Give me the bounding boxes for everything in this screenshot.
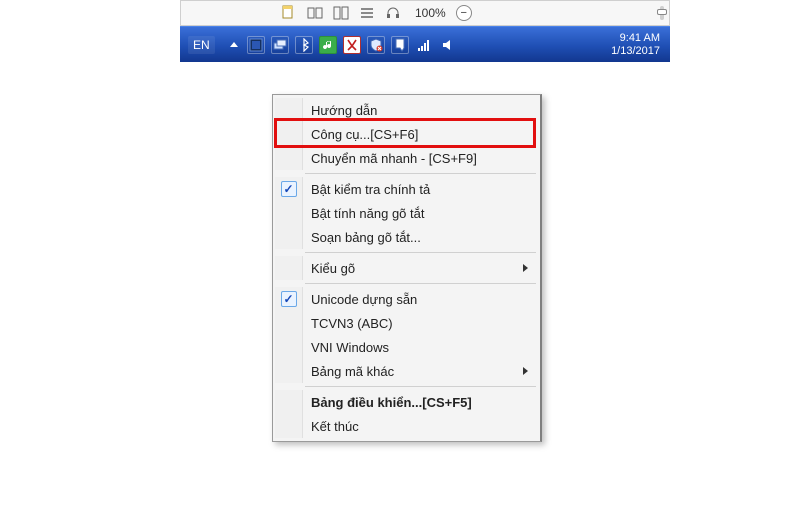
security-alert-icon[interactable] — [367, 36, 385, 54]
menu-item[interactable]: ✓ Bật kiểm tra chính tả — [275, 177, 538, 201]
menu-separator — [305, 283, 536, 284]
zoom-out-button[interactable]: − — [456, 5, 472, 21]
menu-separator — [305, 252, 536, 253]
menu-gutter — [275, 225, 303, 249]
menu-item-label: TCVN3 (ABC) — [311, 316, 528, 331]
menu-item[interactable]: Hướng dẫn — [275, 98, 538, 122]
menu-gutter — [275, 359, 303, 383]
menu-item[interactable]: VNI Windows — [275, 335, 538, 359]
menu-gutter — [275, 335, 303, 359]
columns-icon[interactable] — [333, 5, 349, 21]
menu-gutter — [275, 256, 303, 280]
menu-item-label: Chuyển mã nhanh - [CS+F9] — [311, 151, 528, 166]
music-icon[interactable] — [319, 36, 337, 54]
unikey-context-menu: Hướng dẫn Công cụ...[CS+F6] Chuyển mã nhan… — [272, 94, 542, 442]
volume-icon[interactable] — [439, 36, 457, 54]
menu-item-label: Kết thúc — [311, 419, 528, 434]
menu-item-label: VNI Windows — [311, 340, 528, 355]
menu-gutter: ✓ — [275, 177, 303, 201]
menu-gutter — [275, 311, 303, 335]
menu-item[interactable]: Kết thúc — [275, 414, 538, 438]
menu-item-label: Soạn bảng gõ tắt... — [311, 230, 528, 245]
submenu-arrow-icon — [523, 264, 528, 272]
page-icon[interactable] — [281, 5, 297, 21]
clock-date: 1/13/2017 — [611, 45, 660, 58]
show-hidden-icon[interactable] — [230, 42, 238, 47]
headphones-icon[interactable] — [385, 5, 401, 21]
action-center-icon[interactable] — [391, 36, 409, 54]
menu-item-label: Công cụ...[CS+F6] — [311, 127, 528, 142]
clock[interactable]: 9:41 AM 1/13/2017 — [611, 32, 660, 57]
menu-separator — [305, 173, 536, 174]
zoom-value: 100% — [415, 6, 446, 20]
check-icon: ✓ — [281, 181, 297, 197]
menu-item[interactable]: ✓ Unicode dựng sẵn — [275, 287, 538, 311]
menu-item[interactable]: Bật tính năng gõ tắt — [275, 201, 538, 225]
menu-item[interactable]: Bảng mã khác — [275, 359, 538, 383]
menu-item[interactable]: Công cụ...[CS+F6] — [275, 122, 538, 146]
bluetooth-icon[interactable] — [295, 36, 313, 54]
network-center-icon[interactable] — [271, 36, 289, 54]
unikey-icon[interactable] — [343, 36, 361, 54]
menu-item[interactable]: Chuyển mã nhanh - [CS+F9] — [275, 146, 538, 170]
menu-item[interactable]: Bảng điều khiển...[CS+F5] — [275, 390, 538, 414]
menu-item-label: Bảng điều khiển...[CS+F5] — [311, 395, 528, 410]
menu-item[interactable]: TCVN3 (ABC) — [275, 311, 538, 335]
language-indicator[interactable]: EN — [188, 36, 215, 54]
tray-app-icon[interactable] — [247, 36, 265, 54]
menu-item-label: Bảng mã khác — [311, 364, 517, 379]
lines-icon[interactable] — [359, 5, 375, 21]
menu-gutter — [275, 98, 303, 122]
menu-gutter — [275, 390, 303, 414]
book-open-icon[interactable] — [307, 5, 323, 21]
taskbar: EN 9:41 AM 1/13/2017 — [180, 26, 670, 62]
menu-gutter — [275, 201, 303, 225]
signal-icon[interactable] — [415, 36, 433, 54]
menu-item-label: Hướng dẫn — [311, 103, 528, 118]
check-icon: ✓ — [281, 291, 297, 307]
zoom-slider[interactable] — [656, 2, 668, 24]
menu-item[interactable]: Kiểu gõ — [275, 256, 538, 280]
menu-gutter — [275, 146, 303, 170]
viewer-toolbar: 100% − — [180, 0, 670, 26]
submenu-arrow-icon — [523, 367, 528, 375]
menu-item-label: Bật kiểm tra chính tả — [311, 182, 528, 197]
menu-item-label: Bật tính năng gõ tắt — [311, 206, 528, 221]
menu-gutter: ✓ — [275, 287, 303, 311]
menu-gutter — [275, 122, 303, 146]
menu-item[interactable]: Soạn bảng gõ tắt... — [275, 225, 538, 249]
menu-separator — [305, 386, 536, 387]
menu-item-label: Kiểu gõ — [311, 261, 517, 276]
clock-time: 9:41 AM — [611, 32, 660, 45]
menu-item-label: Unicode dựng sẵn — [311, 292, 528, 307]
system-tray — [227, 36, 457, 54]
menu-gutter — [275, 414, 303, 438]
